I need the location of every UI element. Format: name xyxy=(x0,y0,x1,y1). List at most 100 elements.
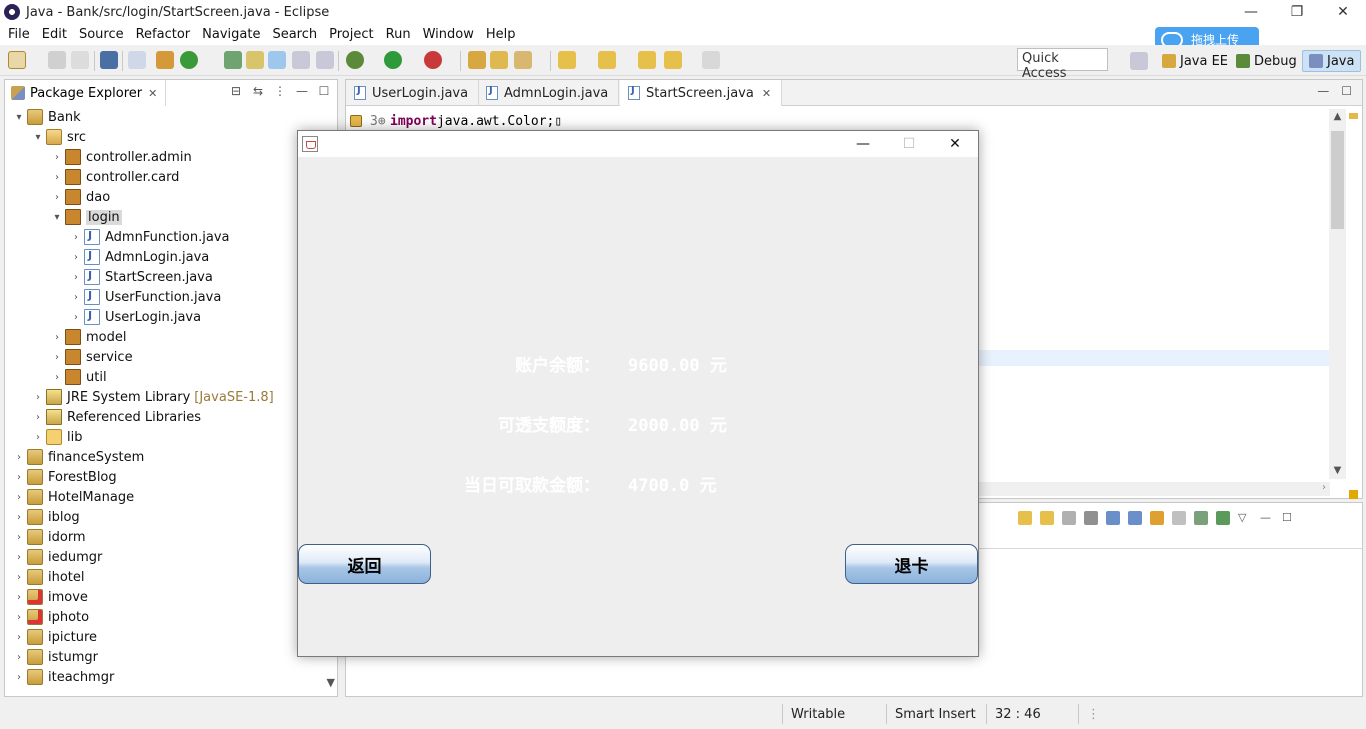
perspective-debug[interactable]: Debug xyxy=(1236,50,1297,72)
skip-breakpoints-icon[interactable] xyxy=(128,51,146,69)
previous-annotation-icon[interactable] xyxy=(598,51,616,69)
expand-arrow-icon[interactable]: › xyxy=(11,632,27,643)
expand-arrow-icon[interactable]: › xyxy=(68,272,84,283)
dialog-maximize-button[interactable]: ☐ xyxy=(886,131,932,157)
scrollbar-thumb[interactable] xyxy=(1331,131,1344,229)
restore-button[interactable]: ❐ xyxy=(1274,0,1320,24)
expand-arrow-icon[interactable]: › xyxy=(11,572,27,583)
remove-icon[interactable] xyxy=(1062,511,1076,525)
tree-item[interactable]: › ihotel xyxy=(11,567,85,587)
code-line[interactable]: 3⊕ import java.awt.Color;▯ xyxy=(346,113,562,129)
collapse-arrow-icon[interactable]: ▾ xyxy=(49,212,65,223)
expand-arrow-icon[interactable]: › xyxy=(11,592,27,603)
tree-item[interactable]: › service xyxy=(49,347,133,367)
show-whitespace-icon[interactable] xyxy=(316,51,334,69)
perspective-java[interactable]: Java xyxy=(1302,50,1362,72)
mark-occurrences-icon[interactable] xyxy=(246,51,264,69)
tree-item[interactable]: › JRE System Library [JavaSE-1.8] xyxy=(30,387,274,407)
tab-startscreen[interactable]: StartScreen.java ✕ xyxy=(620,80,783,106)
editor-horizontal-scrollbar[interactable]: › xyxy=(978,482,1330,496)
package-explorer-tab[interactable]: Package Explorer ✕ xyxy=(5,80,167,106)
close-icon[interactable]: ✕ xyxy=(148,87,157,100)
expand-arrow-icon[interactable]: › xyxy=(49,152,65,163)
scroll-up-icon[interactable]: ▲ xyxy=(1329,109,1346,125)
tree-item[interactable]: › lib xyxy=(30,427,82,447)
close-icon[interactable]: ✕ xyxy=(762,87,771,100)
menu-source[interactable]: Source xyxy=(73,27,130,42)
tree-item[interactable]: › Referenced Libraries xyxy=(30,407,201,427)
expand-arrow-icon[interactable]: › xyxy=(11,452,27,463)
toggle-highlight-icon[interactable] xyxy=(268,51,286,69)
minimize-view-icon[interactable]: — xyxy=(295,84,309,98)
save-all-icon[interactable] xyxy=(71,51,89,69)
tree-item[interactable]: › financeSystem xyxy=(11,447,144,467)
tree-item[interactable]: ▾ src xyxy=(30,127,86,147)
expand-arrow-icon[interactable]: › xyxy=(30,432,46,443)
open-project-icon[interactable] xyxy=(468,51,486,69)
expand-arrow-icon[interactable]: › xyxy=(68,292,84,303)
terminal-icon[interactable] xyxy=(100,51,118,69)
tree-item[interactable]: › imove xyxy=(11,587,88,607)
warning-summary-icon[interactable] xyxy=(1349,490,1358,499)
stop-icon[interactable] xyxy=(1172,511,1186,525)
view-menu-icon[interactable]: ⋮ xyxy=(273,84,287,98)
scroll-down-icon[interactable]: ▼ xyxy=(1329,463,1346,479)
editor-vertical-scrollbar[interactable]: ▲ ▼ xyxy=(1329,109,1346,479)
tree-item[interactable]: › iedumgr xyxy=(11,547,102,567)
expand-arrow-icon[interactable]: › xyxy=(49,372,65,383)
menu-navigate[interactable]: Navigate xyxy=(196,27,266,42)
expand-arrow-icon[interactable]: › xyxy=(49,192,65,203)
expand-arrow-icon[interactable]: › xyxy=(30,392,46,403)
tree-item[interactable]: › ForestBlog xyxy=(11,467,117,487)
open-type-icon[interactable] xyxy=(224,51,242,69)
tree-item[interactable]: › iphoto xyxy=(11,607,89,627)
tree-item[interactable]: › AdmnLogin.java xyxy=(68,247,209,267)
expand-arrow-icon[interactable]: › xyxy=(68,252,84,263)
expand-arrow-icon[interactable]: › xyxy=(30,412,46,423)
expand-arrow-icon[interactable]: › xyxy=(11,532,27,543)
perspective-java-ee[interactable]: Java EE xyxy=(1162,50,1228,72)
tree-item[interactable]: › util xyxy=(49,367,107,387)
tree-item[interactable]: › UserFunction.java xyxy=(68,287,221,307)
tree-item[interactable]: › dao xyxy=(49,187,110,207)
expand-arrow-icon[interactable]: › xyxy=(49,172,65,183)
new-class-icon[interactable] xyxy=(180,51,198,69)
view-menu-icon[interactable]: ▽ xyxy=(1238,511,1252,525)
minimize-view-icon[interactable]: — xyxy=(1317,84,1329,98)
open-folder-icon[interactable] xyxy=(490,51,508,69)
tree-item[interactable]: › ipicture xyxy=(11,627,97,647)
save-icon[interactable] xyxy=(48,51,66,69)
collapse-all-icon[interactable]: ⊟ xyxy=(229,84,243,98)
last-edit-icon[interactable] xyxy=(638,51,656,69)
tree-item[interactable]: › iteachmgr xyxy=(11,667,114,687)
warning-marker[interactable] xyxy=(1349,113,1358,119)
scroll-down-icon[interactable]: ▼ xyxy=(327,676,335,689)
maximize-view-icon[interactable]: ☐ xyxy=(317,84,331,98)
expand-arrow-icon[interactable]: › xyxy=(11,512,27,523)
previous-icon[interactable] xyxy=(1040,511,1054,525)
tab-admnlogin[interactable]: AdmnLogin.java xyxy=(478,80,620,106)
back-button[interactable]: 返回 xyxy=(298,544,431,584)
block-select-icon[interactable] xyxy=(292,51,310,69)
tree-item[interactable]: › UserLogin.java xyxy=(68,307,201,327)
tree-item[interactable]: › idorm xyxy=(11,527,86,547)
tree-item[interactable]: › model xyxy=(49,327,126,347)
back-icon[interactable] xyxy=(664,51,682,69)
tree-item[interactable]: › controller.admin xyxy=(49,147,192,167)
open-perspective-icon[interactable] xyxy=(1130,52,1148,70)
eject-card-button[interactable]: 退卡 xyxy=(845,544,978,584)
quick-access-input[interactable]: Quick Access xyxy=(1017,48,1108,81)
tree-item[interactable]: ▾ login xyxy=(49,207,122,227)
tree-item[interactable]: › HotelManage xyxy=(11,487,134,507)
expand-arrow-icon[interactable]: › xyxy=(11,472,27,483)
expand-arrow-icon[interactable]: › xyxy=(11,672,27,683)
collapse-arrow-icon[interactable]: ▾ xyxy=(30,132,46,143)
expand-arrow-icon[interactable]: › xyxy=(11,552,27,563)
collapse-arrow-icon[interactable]: ▾ xyxy=(11,112,27,123)
expand-arrow-icon[interactable]: › xyxy=(68,232,84,243)
expand-arrow-icon[interactable]: › xyxy=(49,332,65,343)
menu-window[interactable]: Window xyxy=(417,27,480,42)
dialog-close-button[interactable]: ✕ xyxy=(932,131,978,157)
menu-edit[interactable]: Edit xyxy=(36,27,73,42)
expand-arrow-icon[interactable]: › xyxy=(68,312,84,323)
